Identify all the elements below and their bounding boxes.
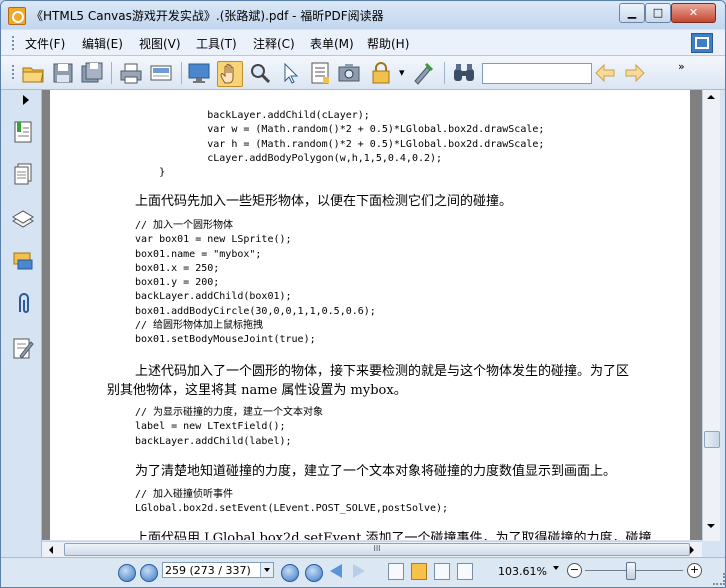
scroll-up-icon[interactable]	[707, 95, 715, 99]
go-forward-icon[interactable]	[353, 564, 365, 578]
page-dropdown-icon[interactable]	[260, 563, 273, 577]
title-bar[interactable]: 《HTML5 Canvas游戏开发实战》.(张路斌).pdf - 福昕PDF阅读…	[1, 1, 725, 29]
layers-icon[interactable]	[12, 206, 34, 230]
select-arrow-icon[interactable]	[278, 61, 302, 85]
minimize-button[interactable]: ▁	[619, 3, 645, 23]
text-select-icon[interactable]	[308, 61, 332, 85]
paragraph: 为了清楚地知道碰撞的力度，建立了一个文本对象将碰撞的力度数值显示到画面上。	[135, 464, 617, 479]
facing-view-icon[interactable]	[434, 563, 450, 580]
menu-view[interactable]: 视图(V)	[139, 35, 181, 52]
window-title: 《HTML5 Canvas游戏开发实战》.(张路斌).pdf - 福昕PDF阅读…	[31, 9, 384, 23]
zoom-dropdown-icon[interactable]	[553, 566, 559, 570]
bookmarks-icon[interactable]	[12, 120, 34, 144]
save-as-icon[interactable]	[80, 61, 104, 85]
maximize-button[interactable]: □	[645, 3, 671, 23]
zoom-in-button[interactable]: +	[687, 563, 702, 578]
toolbar-separator	[111, 62, 112, 84]
rms-icon[interactable]	[369, 61, 393, 85]
toolbar-separator	[181, 62, 182, 84]
continuous-view-icon[interactable]	[411, 563, 427, 580]
menu-bar: 文件(F) 编辑(E) 视图(V) 工具(T) 注释(C) 表单(M) 帮助(H…	[1, 30, 725, 56]
attachments-icon[interactable]	[12, 292, 34, 316]
signatures-icon[interactable]	[12, 336, 34, 360]
paragraph: 上述代码加入了一个圆形的物体，接下来要检测的就是与这个物体发生的碰撞。为了区	[135, 364, 630, 379]
main-toolbar: ▾ »	[1, 56, 725, 90]
pages-icon[interactable]	[12, 162, 34, 186]
first-page-icon[interactable]	[118, 564, 136, 582]
previous-page-icon[interactable]	[140, 564, 158, 582]
zoom-level[interactable]: 103.61%	[498, 565, 547, 578]
zoom-out-button[interactable]: −	[567, 563, 582, 578]
vertical-scrollbar[interactable]	[702, 90, 720, 541]
app-window: 《HTML5 Canvas游戏开发实战》.(张路斌).pdf - 福昕PDF阅读…	[0, 0, 726, 588]
toolbar-overflow-button[interactable]: »	[678, 60, 685, 73]
email-icon[interactable]	[149, 61, 173, 85]
find-input[interactable]	[482, 63, 592, 84]
page-number-value: 259 (273 / 337)	[165, 564, 251, 577]
paragraph: 别其他物体，这里将其 name 属性设置为 mybox。	[107, 383, 407, 398]
comments-icon[interactable]	[12, 250, 34, 274]
expand-panel-icon[interactable]	[23, 95, 29, 105]
go-back-icon[interactable]	[330, 564, 342, 578]
menu-file[interactable]: 文件(F)	[25, 35, 65, 52]
fullscreen-icon[interactable]	[187, 61, 211, 85]
resize-grip-icon[interactable]	[713, 573, 725, 585]
single-page-view-icon[interactable]	[388, 563, 404, 580]
menu-help[interactable]: 帮助(H)	[367, 35, 409, 52]
find-binoculars-icon[interactable]	[452, 61, 476, 85]
last-page-icon[interactable]	[305, 564, 323, 582]
continuous-facing-view-icon[interactable]	[457, 563, 473, 580]
find-next-icon[interactable]	[623, 61, 647, 85]
find-prev-icon[interactable]	[593, 61, 617, 85]
status-bar: 259 (273 / 337) 103.61% − +	[1, 557, 725, 587]
paragraph: 上面代码先加入一些矩形物体，以便在下面检测它们之间的碰撞。	[135, 194, 513, 209]
code-block: // 为显示碰撞的力度，建立一个文本对象 label = new LTextFi…	[135, 407, 324, 447]
menu-comments[interactable]: 注释(C)	[253, 35, 295, 52]
menu-edit[interactable]: 编辑(E)	[82, 35, 123, 52]
foxit-app-icon[interactable]	[8, 7, 26, 25]
paragraph: 上面代码用 LGlobal.box2d.setEvent 添加了一个碰撞事件，为…	[135, 531, 652, 540]
navigation-panel	[1, 90, 42, 587]
print-icon[interactable]	[119, 61, 143, 85]
code-block: // 加入碰撞侦听事件 LGlobal.box2d.setEvent(LEven…	[135, 489, 449, 515]
scroll-right-icon[interactable]	[690, 546, 694, 554]
save-icon[interactable]	[51, 61, 75, 85]
snapshot-icon[interactable]	[337, 61, 361, 85]
typewriter-icon[interactable]	[411, 61, 435, 85]
code-block: // 加入一个圆形物体 var box01 = new LSprite(); b…	[135, 220, 376, 346]
document-viewport[interactable]: backLayer.addChild(cLayer); var w = (Mat…	[42, 90, 702, 540]
next-page-icon[interactable]	[281, 564, 299, 582]
pdf-page: backLayer.addChild(cLayer); var w = (Mat…	[50, 90, 690, 540]
open-folder-icon[interactable]	[21, 61, 45, 85]
close-button[interactable]: ✕	[671, 3, 716, 23]
foxit-service-icon[interactable]	[691, 33, 713, 53]
scroll-left-icon[interactable]	[49, 546, 53, 554]
page-number-field[interactable]: 259 (273 / 337)	[162, 562, 274, 578]
zoom-slider-thumb[interactable]	[626, 562, 636, 580]
hand-tool-icon[interactable]	[217, 61, 243, 87]
horizontal-scrollbar[interactable]: III	[42, 541, 702, 557]
zoom-glass-icon[interactable]	[248, 61, 272, 85]
toolbar-separator	[444, 62, 445, 84]
menu-tools[interactable]: 工具(T)	[196, 35, 237, 52]
scroll-down-icon[interactable]	[707, 524, 715, 528]
toolbar-grip-icon[interactable]	[12, 65, 17, 79]
menu-forms[interactable]: 表单(M)	[310, 35, 354, 52]
horizontal-scroll-thumb[interactable]: III	[64, 543, 690, 556]
vertical-scroll-thumb[interactable]	[704, 431, 720, 448]
rms-dropdown-icon[interactable]: ▾	[399, 66, 405, 79]
menu-grip-icon[interactable]	[12, 36, 17, 50]
code-block: backLayer.addChild(cLayer); var w = (Mat…	[159, 110, 545, 179]
